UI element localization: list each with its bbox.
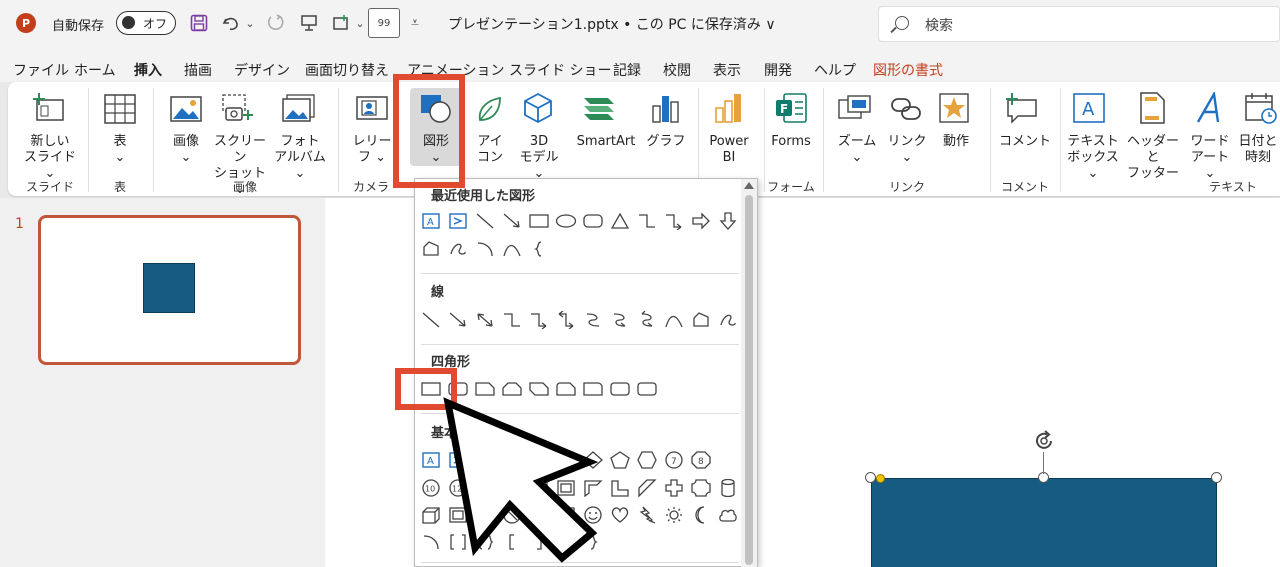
pointer-arrow-icon <box>443 397 599 563</box>
